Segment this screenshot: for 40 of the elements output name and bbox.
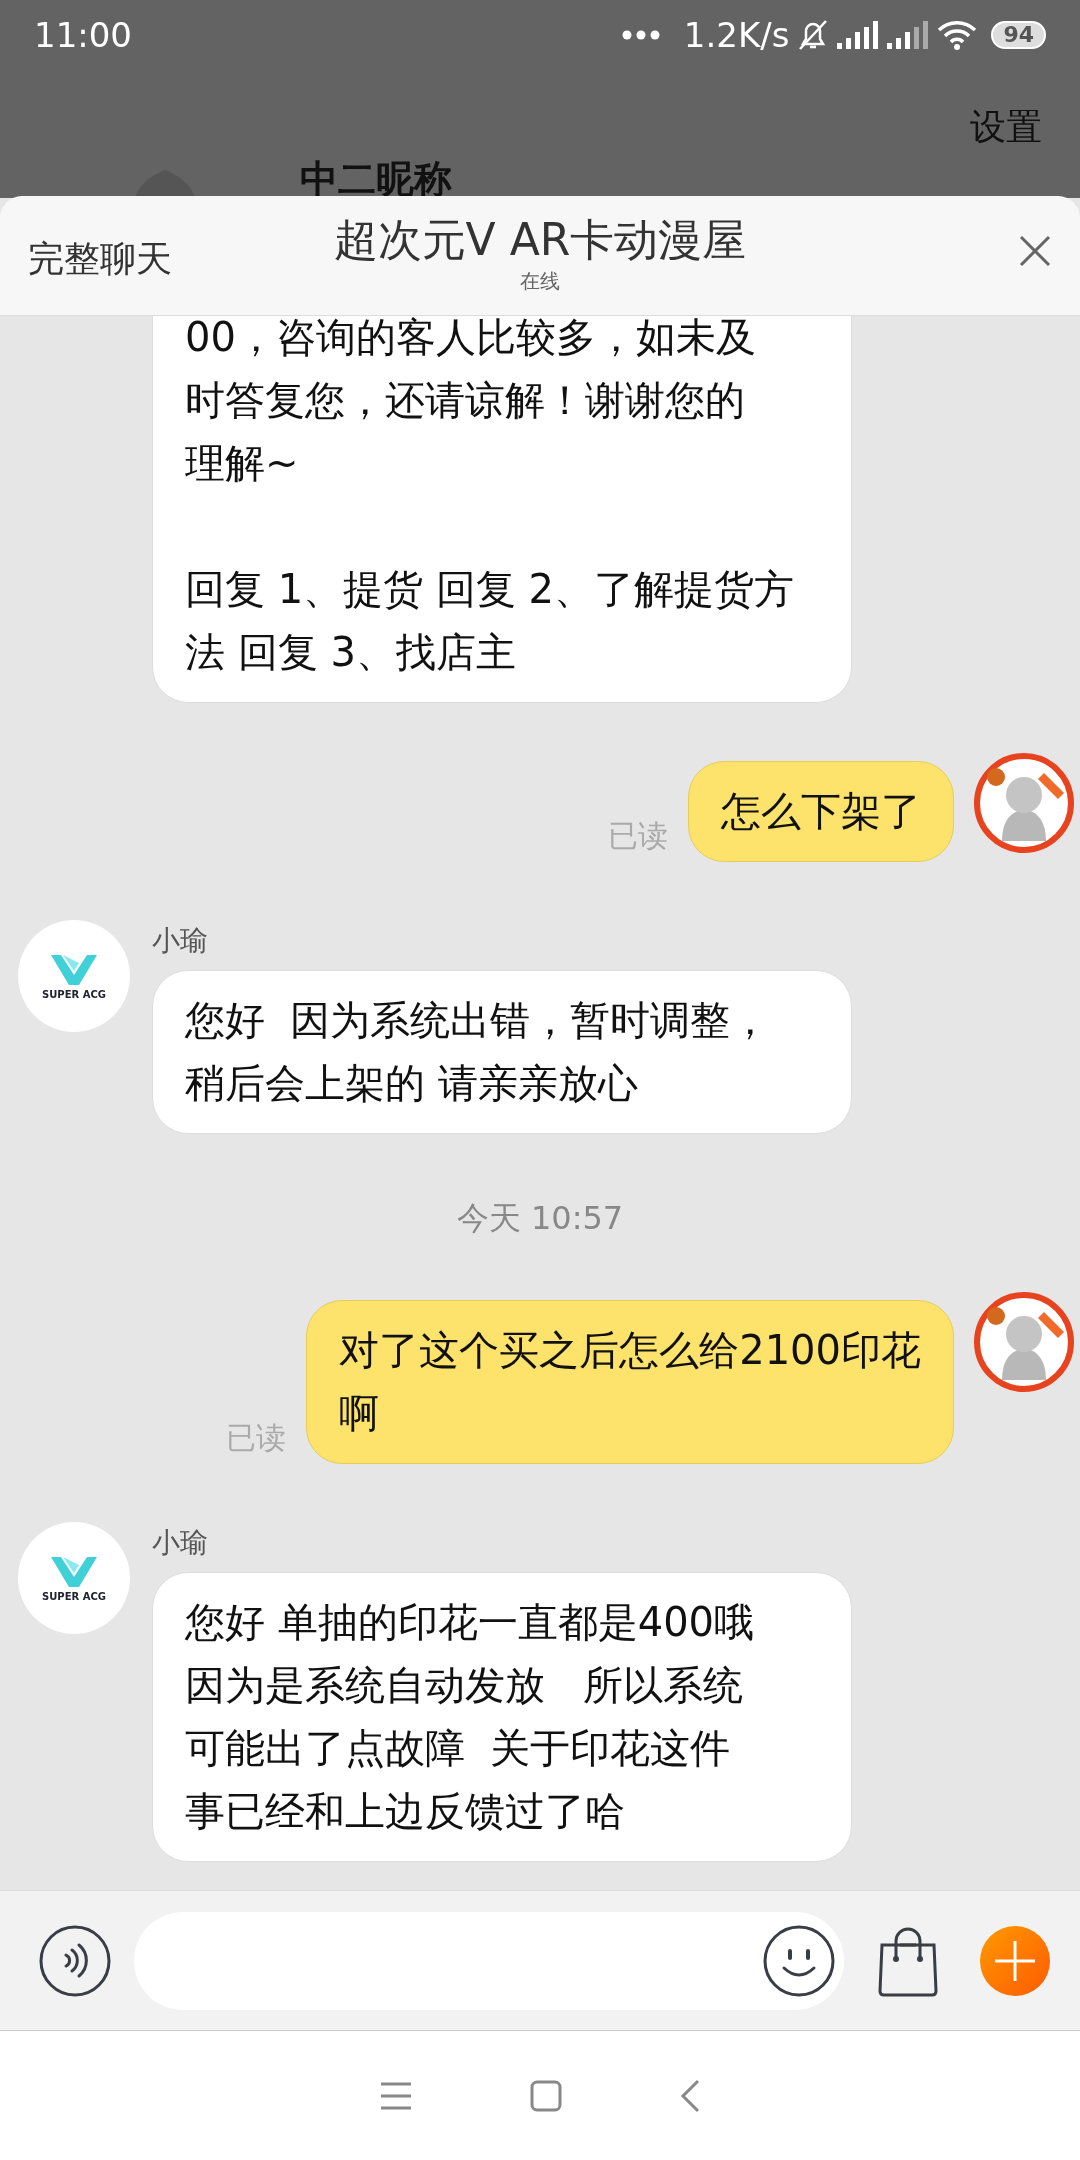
avatar-caption: SUPER ACG [42, 987, 106, 1002]
message-line: 事已经和上边反馈过了哈 [185, 1787, 626, 1836]
close-button[interactable] [1018, 234, 1052, 268]
avatar-caption: SUPER ACG [42, 1589, 106, 1604]
status-time: 11:00 [34, 13, 132, 57]
full-chat-button[interactable]: 完整聊天 [28, 232, 172, 286]
message-line: 怎么下架了 [721, 787, 921, 836]
sender-name: 小瑜 [152, 1525, 209, 1561]
read-receipt: 已读 [608, 817, 668, 855]
message-line: 您好 单抽的印花一直都是400哦 [185, 1598, 756, 1647]
more-dots-icon [621, 30, 660, 40]
network-speed: 1.2K/s [683, 13, 790, 57]
message-line: 法 回复 3、找店主 [185, 628, 517, 677]
message-line: 您好 因为系统出错，暂时调整， [185, 996, 772, 1045]
back-icon[interactable] [680, 2078, 700, 2113]
read-receipt: 已读 [226, 1419, 287, 1457]
nickname: 中二昵称 [300, 160, 452, 198]
signal-icon [837, 21, 880, 49]
message-line: 啊 [339, 1389, 381, 1438]
signal-icon [887, 21, 930, 49]
online-status: 在线 [519, 267, 561, 295]
home-icon[interactable] [530, 2079, 562, 2112]
message-line: 理解~ [185, 439, 300, 488]
chat-title: 超次元V AR卡动漫屋 [333, 215, 747, 266]
message-line: 00，咨询的客人比较多，如未及 [185, 316, 757, 362]
wifi-icon [937, 19, 978, 51]
menu-icon[interactable] [380, 2081, 412, 2110]
message-line: 稍后会上架的 请亲亲放心 [185, 1059, 639, 1108]
message-line: 对了这个买之后怎么给2100印花 [339, 1326, 921, 1375]
voice-button[interactable] [38, 1923, 112, 1998]
emoji-button[interactable] [762, 1923, 836, 1998]
message-line: 可能出了点故障 关于印花这件 [185, 1724, 732, 1773]
muted-bell-icon [797, 18, 830, 52]
plus-icon [993, 1938, 1037, 1983]
battery-level: 94 [991, 21, 1046, 49]
timestamp: 今天 10:57 [455, 1198, 625, 1239]
message-line: 因为是系统自动发放 所以系统 [185, 1661, 745, 1710]
sender-name: 小瑜 [152, 923, 209, 959]
message-line: 时答复您，还请谅解！谢谢您的 [185, 376, 746, 425]
message-line: 回复 1、提货 回复 2、了解提货方 [185, 565, 796, 614]
